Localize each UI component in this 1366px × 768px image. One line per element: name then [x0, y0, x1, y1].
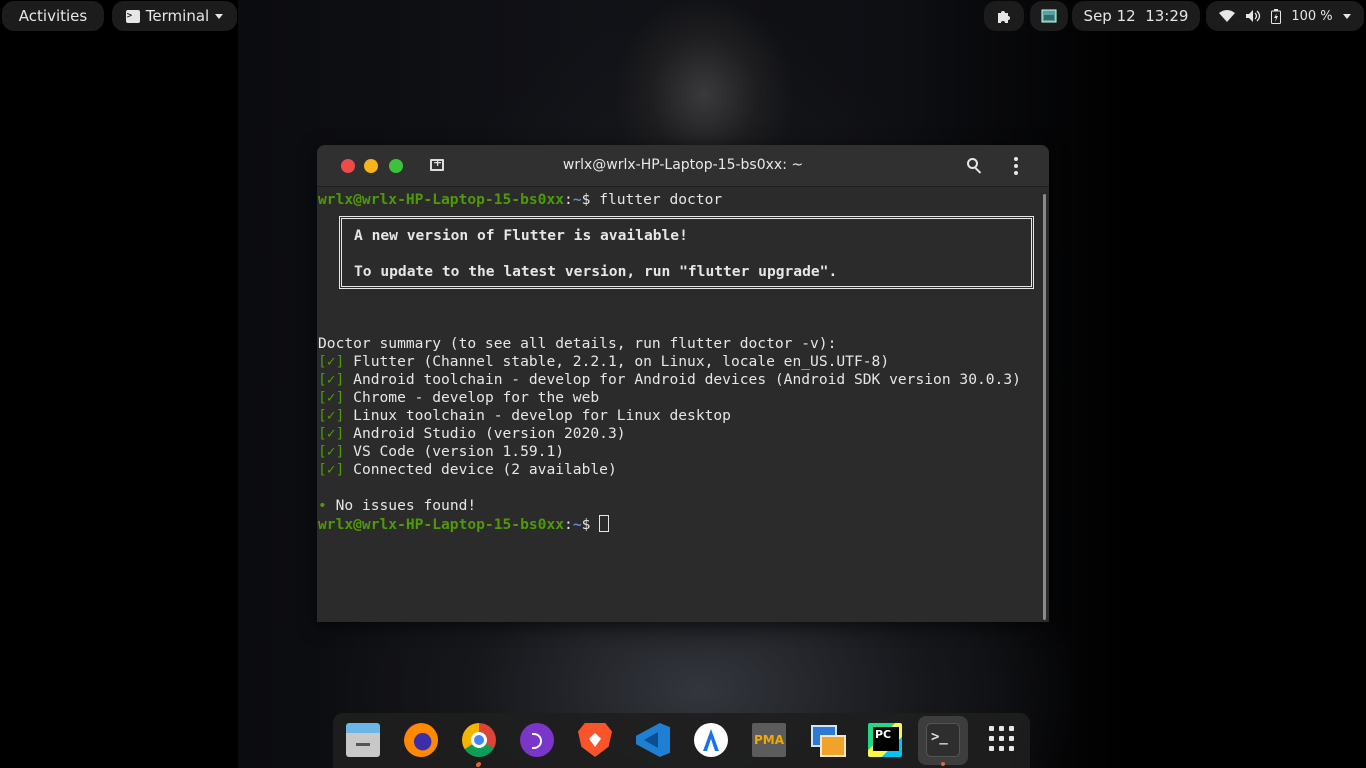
- command-text: flutter doctor: [599, 191, 723, 208]
- bullet: •: [318, 497, 327, 514]
- terminal-icon[interactable]: >_: [926, 723, 960, 757]
- check-text: Chrome - develop for the web: [353, 389, 600, 406]
- result-line: • No issues found!: [318, 497, 476, 515]
- check-text: Android Studio (version 2020.3): [353, 425, 626, 442]
- terminal-app-icon: >: [125, 9, 140, 23]
- check-mark: [✓]: [318, 353, 345, 370]
- check-line: [✓] Connected device (2 available): [318, 461, 617, 479]
- terminal-window[interactable]: wrlx@wrlx-HP-Laptop-15-bs0xx: ~ wrlx@wrl…: [317, 145, 1049, 622]
- notice-line-1: A new version of Flutter is available!: [354, 227, 688, 244]
- vscode-icon[interactable]: [636, 723, 670, 757]
- check-text: Flutter (Channel stable, 2.2.1, on Linux…: [353, 353, 890, 370]
- doctor-summary: Doctor summary (to see all details, run …: [318, 335, 837, 352]
- window-titlebar[interactable]: wrlx@wrlx-HP-Laptop-15-bs0xx: ~: [317, 145, 1049, 187]
- pycharm-icon[interactable]: [868, 723, 902, 757]
- check-line: [✓] Android Studio (version 2020.3): [318, 425, 626, 443]
- app-menu-button[interactable]: > Terminal: [112, 1, 237, 31]
- new-tab-icon[interactable]: [430, 156, 444, 171]
- chrome-icon[interactable]: [462, 723, 496, 767]
- check-mark: [✓]: [318, 425, 345, 442]
- chevron-down-icon: [215, 13, 224, 19]
- app-grid-icon[interactable]: [986, 723, 1020, 757]
- clock-label: Sep 12 13:29: [1083, 7, 1189, 25]
- top-bar: Activities > Terminal Sep 12 13:29 100 %: [0, 0, 1366, 32]
- files-icon[interactable]: [346, 723, 380, 757]
- command-line: wrlx@wrlx-HP-Laptop-15-bs0xx:~$ flutter …: [318, 191, 722, 209]
- extensions-button[interactable]: [984, 1, 1024, 31]
- kebab-menu-icon[interactable]: [1013, 157, 1019, 175]
- check-line: [✓] Linux toolchain - develop for Linux …: [318, 407, 731, 425]
- running-indicator: [941, 762, 945, 766]
- prompt-separator: :: [564, 516, 573, 533]
- podcasts-icon[interactable]: [520, 723, 554, 757]
- dock: PMA >_: [333, 713, 1030, 768]
- chevron-down-icon: [1342, 13, 1351, 19]
- screenshot-icon: [1041, 9, 1057, 23]
- clock-button[interactable]: Sep 12 13:29: [1072, 1, 1200, 31]
- activities-button[interactable]: Activities: [2, 1, 104, 31]
- prompt-symbol: $: [581, 516, 600, 533]
- prompt-line: wrlx@wrlx-HP-Laptop-15-bs0xx:~$: [318, 515, 610, 534]
- check-text: Android toolchain - develop for Android …: [353, 371, 1021, 388]
- minimize-window-button[interactable]: [364, 159, 378, 173]
- check-line: [✓] Android toolchain - develop for Andr…: [318, 371, 1021, 389]
- firefox-icon[interactable]: [404, 723, 438, 757]
- check-mark: [✓]: [318, 461, 345, 478]
- running-indicator: [477, 762, 481, 766]
- check-mark: [✓]: [318, 443, 345, 460]
- close-window-button[interactable]: [341, 159, 355, 173]
- prompt-path: ~: [572, 516, 582, 533]
- prompt-user: wrlx@wrlx-HP-Laptop-15-bs0xx: [318, 516, 565, 533]
- terminal-glyph: >_: [931, 729, 948, 745]
- system-status-menu[interactable]: 100 %: [1206, 1, 1364, 31]
- check-mark: [✓]: [318, 389, 345, 406]
- notice-line-2: To update to the latest version, run "fl…: [354, 263, 838, 280]
- check-text: Linux toolchain - develop for Linux desk…: [353, 407, 731, 424]
- phpmyadmin-icon[interactable]: PMA: [752, 723, 786, 757]
- scrollbar[interactable]: [1043, 194, 1046, 620]
- battery-percentage: 100 %: [1291, 8, 1333, 24]
- remote-desktop-icon[interactable]: [810, 723, 846, 757]
- search-icon[interactable]: [967, 158, 983, 174]
- check-text: VS Code (version 1.59.1): [353, 443, 565, 460]
- check-line: [✓] Flutter (Channel stable, 2.2.1, on L…: [318, 353, 889, 371]
- battery-icon: [1271, 8, 1282, 24]
- activities-label: Activities: [18, 7, 88, 25]
- wifi-icon: [1219, 10, 1236, 22]
- puzzle-icon: [998, 11, 1010, 23]
- app-menu-label: Terminal: [145, 7, 210, 25]
- prompt-user: wrlx@wrlx-HP-Laptop-15-bs0xx: [318, 191, 565, 208]
- prompt-path: ~: [572, 191, 582, 208]
- result-text: No issues found!: [335, 497, 477, 514]
- android-studio-icon[interactable]: [694, 723, 728, 757]
- check-line: [✓] Chrome - develop for the web: [318, 389, 599, 407]
- prompt-separator: :: [564, 191, 573, 208]
- check-line: [✓] VS Code (version 1.59.1): [318, 443, 564, 461]
- text-cursor: [599, 515, 610, 532]
- maximize-window-button[interactable]: [389, 159, 403, 173]
- check-mark: [✓]: [318, 371, 345, 388]
- prompt-symbol: $: [581, 191, 600, 208]
- brave-icon[interactable]: [578, 723, 612, 757]
- check-text: Connected device (2 available): [353, 461, 617, 478]
- window-title: wrlx@wrlx-HP-Laptop-15-bs0xx: ~: [562, 157, 804, 173]
- terminal-output[interactable]: wrlx@wrlx-HP-Laptop-15-bs0xx:~$ flutter …: [317, 188, 1049, 622]
- check-mark: [✓]: [318, 407, 345, 424]
- update-notice-box: A new version of Flutter is available! T…: [339, 216, 1034, 289]
- screen-indicator-button[interactable]: [1030, 1, 1068, 31]
- volume-icon: [1246, 10, 1261, 22]
